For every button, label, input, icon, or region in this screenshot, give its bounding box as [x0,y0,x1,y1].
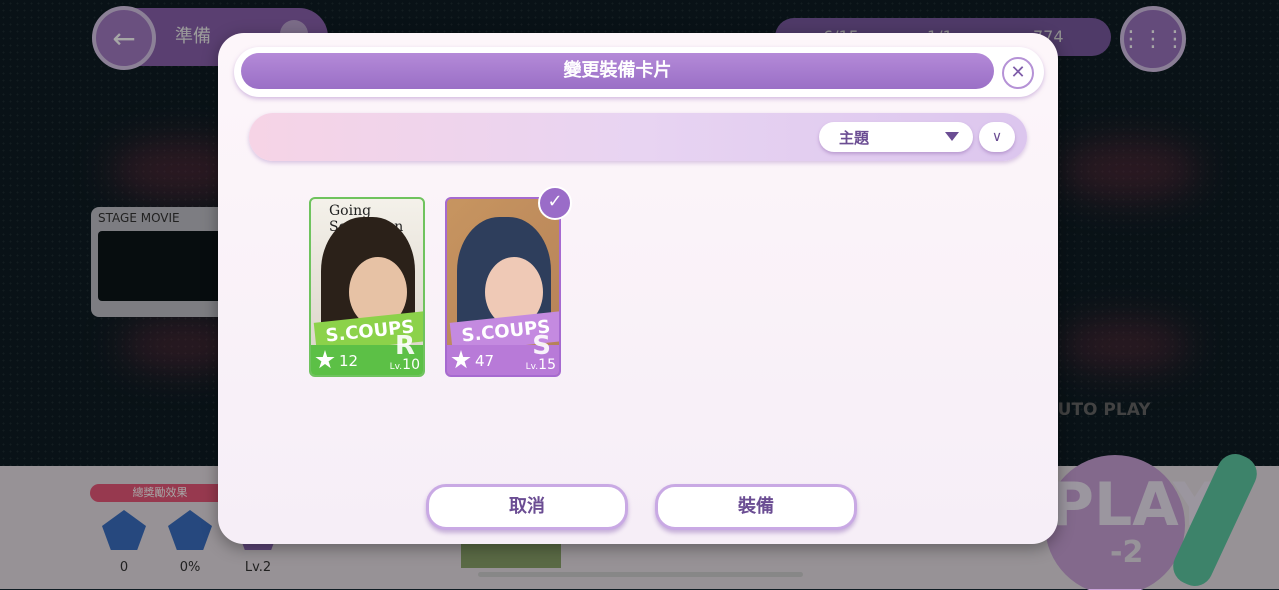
sort-dropdown-value: 主題 [839,129,870,147]
close-icon: ✕ [1010,62,1026,83]
card-level: Lv.15 [526,357,556,373]
level-value: 15 [538,357,556,373]
star-icon [315,350,335,369]
star-icon [451,350,471,369]
triangle-down-icon [945,132,959,141]
level-prefix: Lv. [525,362,539,372]
card-stars: 47 [475,352,495,370]
filter-bar: 主題 ∨ [249,113,1027,161]
chevron-down-icon: ∨ [991,129,1003,145]
card-item-selected[interactable]: S.COUPS 47 S Lv.15 [445,197,561,377]
dialog-header: 變更裝備卡片 ✕ [234,47,1044,97]
card-item[interactable]: Going Seventeen S.COUPS 12 R Lv.10 [309,197,425,377]
cancel-button[interactable]: 取消 [426,484,628,530]
close-button[interactable]: ✕ [1002,57,1034,89]
sort-dropdown[interactable]: 主題 [819,122,973,152]
level-value: 10 [402,357,420,373]
card-stars: 12 [339,352,359,370]
checkmark-icon: ✓ [538,186,572,220]
dialog-title: 變更裝備卡片 [241,53,994,89]
level-prefix: Lv. [389,362,403,372]
sort-order-button[interactable]: ∨ [979,122,1015,152]
card-level: Lv.10 [390,357,420,373]
equip-button[interactable]: 裝備 [655,484,857,530]
change-card-dialog: 變更裝備卡片 ✕ 主題 ∨ Going Seventeen S.COUPS 12… [218,33,1058,544]
